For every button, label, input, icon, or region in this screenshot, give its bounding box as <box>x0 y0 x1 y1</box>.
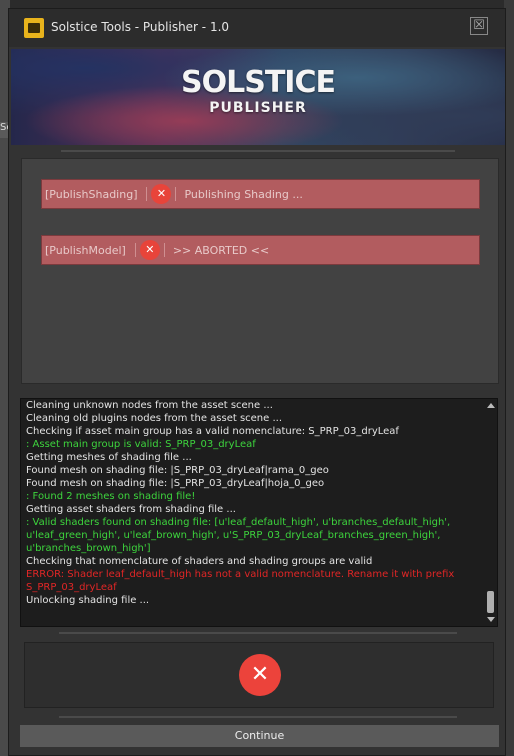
log-line: Found mesh on shading file: |S_PRP_03_dr… <box>26 465 329 476</box>
result-panel: ✕ <box>24 642 494 708</box>
log-line: Cleaning unknown nodes from the asset sc… <box>26 400 273 411</box>
log-line: Checking that nomenclature of shaders an… <box>26 556 373 567</box>
x-circle-icon: ✕ <box>151 184 172 204</box>
x-circle-icon: ✕ <box>239 654 281 696</box>
log-line: Found mesh on shading file: |S_PRP_03_dr… <box>26 478 325 489</box>
continue-button[interactable]: Continue <box>20 725 499 747</box>
log-scrollbar[interactable] <box>486 401 495 624</box>
step-divider <box>146 187 148 201</box>
banner-image: SOLSTICE PUBLISHER <box>11 49 505 145</box>
logo-sub-text: PUBLISHER <box>209 100 307 116</box>
close-icon[interactable]: ☒ <box>470 17 488 35</box>
x-circle-icon: ✕ <box>139 240 160 260</box>
log-line: Cleaning old plugins nodes from the asse… <box>26 413 283 424</box>
solstice-logo: SOLSTICE PUBLISHER <box>11 67 505 117</box>
step-publish-model: [PublishModel] ✕ >> ABORTED << <box>41 235 480 265</box>
scroll-up-icon[interactable] <box>487 403 495 408</box>
log-line: Unlocking shading file ... <box>26 595 150 606</box>
divider <box>59 716 457 718</box>
log-line: : Asset main group is valid: S_PRP_03_dr… <box>26 439 256 450</box>
step-message: >> ABORTED << <box>172 243 270 257</box>
log-output[interactable]: Cleaning unknown nodes from the asset sc… <box>20 398 498 627</box>
log-line: Getting asset shaders from shading file … <box>26 504 236 515</box>
scroll-thumb[interactable] <box>487 591 494 613</box>
log-line: : Found 2 meshes on shading file! <box>26 491 196 502</box>
steps-panel: [PublishShading] ✕ Publishing Shading ..… <box>21 158 499 384</box>
app-icon <box>24 18 44 38</box>
step-divider <box>163 243 165 257</box>
log-line: Getting meshes of shading file ... <box>26 452 192 463</box>
step-name: [PublishShading] <box>45 187 138 201</box>
logo-main-text: SOLSTICE <box>181 65 336 100</box>
title-bar[interactable]: Solstice Tools - Publisher - 1.0 ☒ <box>9 9 505 47</box>
log-lines: Cleaning unknown nodes from the asset sc… <box>26 399 482 607</box>
log-line: : Valid shaders found on shading file: [… <box>26 517 454 554</box>
log-line: ERROR: Shader leaf_default_high has not … <box>26 569 458 593</box>
step-name: [PublishModel] <box>45 243 126 257</box>
divider <box>61 150 455 152</box>
log-line: Checking if asset main group has a valid… <box>26 426 399 437</box>
step-publish-shading: [PublishShading] ✕ Publishing Shading ..… <box>41 179 480 209</box>
publisher-window: Solstice Tools - Publisher - 1.0 ☒ SOLST… <box>8 8 506 756</box>
scroll-down-icon[interactable] <box>487 617 495 622</box>
step-divider <box>175 187 177 201</box>
divider <box>59 632 457 634</box>
step-message: Publishing Shading ... <box>184 187 303 201</box>
step-divider <box>134 243 136 257</box>
window-title: Solstice Tools - Publisher - 1.0 <box>51 20 230 34</box>
